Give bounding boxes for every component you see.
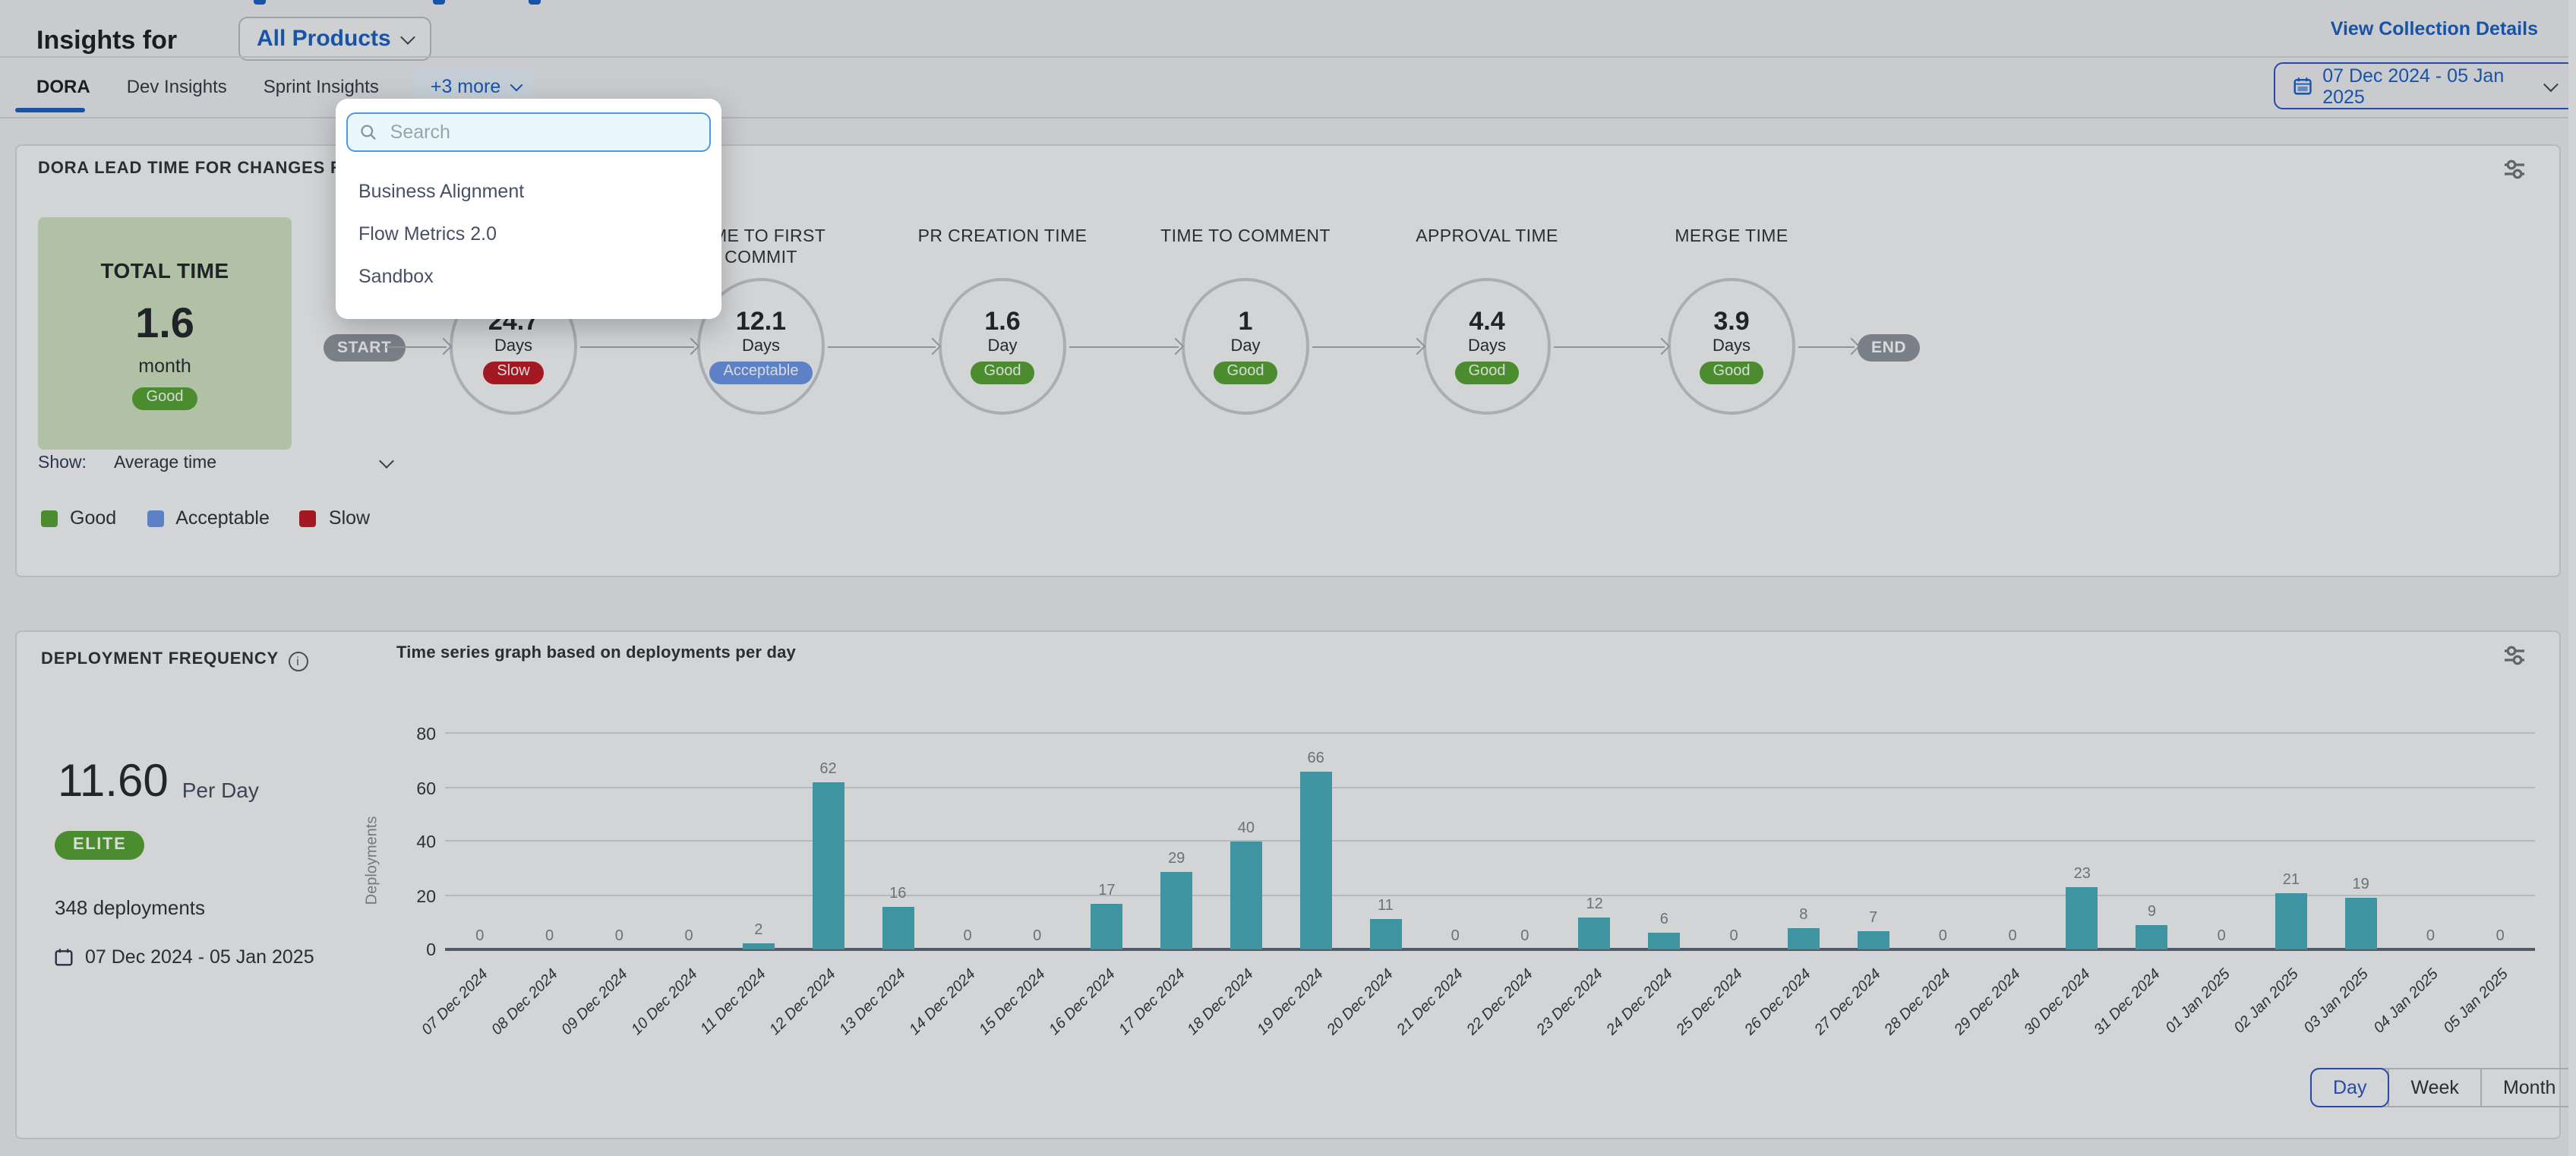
search-icon xyxy=(360,123,377,141)
search-input[interactable] xyxy=(387,120,697,144)
dropdown-item-business-alignment[interactable]: Business Alignment xyxy=(346,170,711,213)
dropdown-items: Business AlignmentFlow Metrics 2.0Sandbo… xyxy=(346,170,711,298)
more-tabs-dropdown: Business AlignmentFlow Metrics 2.0Sandbo… xyxy=(336,99,721,319)
app-root: Insights for All Products View Collectio… xyxy=(0,0,2576,1156)
dropdown-search[interactable] xyxy=(346,112,711,152)
dropdown-item-flow-metrics-2-0[interactable]: Flow Metrics 2.0 xyxy=(346,213,711,255)
dropdown-item-sandbox[interactable]: Sandbox xyxy=(346,255,711,298)
